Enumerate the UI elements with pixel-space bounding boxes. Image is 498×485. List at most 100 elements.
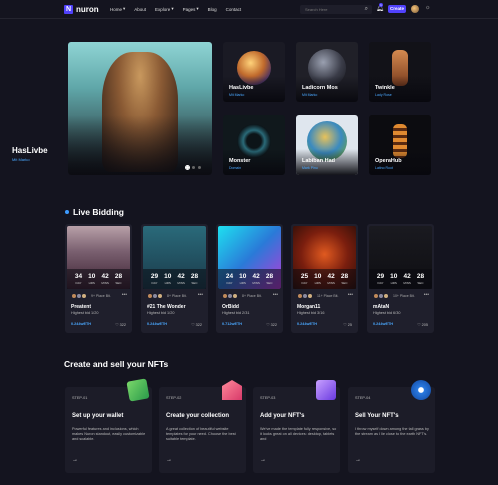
featured-tile[interactable]: HasLivbe Mit Marko (223, 42, 285, 102)
nft-name[interactable]: OrBidd (222, 304, 239, 310)
nft-price: 0.712wETH (222, 322, 243, 326)
owners[interactable]: 10+ Place Bit. (373, 293, 415, 299)
featured-subtitle[interactable]: Mit Marko (302, 93, 317, 97)
bid-card[interactable]: 34 DAY 10 HRS 42 MINS 28 SEC 9+ Place Bit. •… (65, 224, 132, 333)
hero-title: HasLivbe (12, 146, 48, 155)
owners[interactable]: 11+ Place Bit. (297, 293, 338, 299)
chevron-down-icon: ▾ (196, 6, 199, 11)
avatar[interactable] (157, 293, 163, 299)
nft-name[interactable]: #21 The Wonder (147, 304, 186, 310)
featured-subtitle[interactable]: Mark Pinu (302, 166, 318, 170)
featured-tile[interactable]: Ladicorn Mos Mit Marko (296, 42, 358, 102)
avatar[interactable] (81, 293, 87, 299)
featured-subtitle[interactable]: Lady Rose (375, 93, 392, 97)
bid-card[interactable]: 25 DAY 10 HRS 42 MINS 28 SEC 11+ Place Bit. … (291, 224, 358, 333)
carousel-dot[interactable] (198, 166, 201, 169)
countdown: 25 DAY 10 HRS 42 MINS 28 SEC (293, 269, 356, 289)
step-description: Powerful features and inclusions, which … (72, 427, 146, 442)
place-bid-count: 10+ Place Bit. (393, 294, 415, 298)
create-button[interactable]: Create (388, 5, 406, 13)
menu-about[interactable]: About (134, 6, 146, 12)
more-options-icon[interactable]: ••• (424, 292, 429, 298)
countdown: 29 DAY 10 HRS 42 MINS 28 SEC (143, 269, 206, 289)
menu-blog[interactable]: Blog (208, 6, 217, 12)
featured-subtitle[interactable]: Domain (229, 166, 241, 170)
step-title: Create your collection (166, 413, 230, 419)
avatar[interactable] (383, 293, 389, 299)
hero-banner[interactable] (68, 42, 212, 175)
nft-name[interactable]: Preatent (71, 304, 91, 310)
featured-subtitle[interactable]: Latino Root (375, 166, 393, 170)
carousel-dot[interactable] (185, 165, 190, 170)
live-bidding-title: Live Bidding (73, 207, 124, 217)
carousel-dot[interactable] (192, 166, 195, 169)
bid-card[interactable]: 24 DAY 10 HRS 42 MINS 28 SEC 8+ Place Bit. •… (216, 224, 283, 333)
place-bid-count: 8+ Place Bit. (242, 294, 262, 298)
step-icon (222, 380, 242, 400)
more-options-icon[interactable]: ••• (348, 292, 353, 298)
arrow-right-icon[interactable]: → (260, 457, 266, 463)
owners[interactable]: 9+ Place Bit. (71, 293, 111, 299)
likes[interactable]: ♡ 322 (191, 322, 202, 327)
menu-pages[interactable]: Pages ▾ (183, 6, 199, 12)
nft-name[interactable]: Morgan11 (297, 304, 320, 310)
step-title: Add your NFT's (260, 413, 305, 419)
heart-icon[interactable]: ♡ (417, 323, 420, 327)
heart-icon[interactable]: ♡ (343, 323, 346, 327)
more-options-icon[interactable]: ••• (273, 292, 278, 298)
main-menu: Home ▾ About Explore ▾ Pages ▾ Blog Contact (110, 6, 241, 12)
more-options-icon[interactable]: ••• (198, 292, 203, 298)
theme-toggle-icon[interactable]: ☼ (425, 5, 431, 11)
owners[interactable]: 8+ Place Bit. (147, 293, 187, 299)
arrow-right-icon[interactable]: → (72, 457, 78, 463)
menu-explore[interactable]: Explore ▾ (155, 6, 174, 12)
step-icon (126, 378, 150, 402)
heart-icon[interactable]: ♡ (191, 323, 194, 327)
bid-card[interactable]: 29 DAY 10 HRS 42 MINS 28 SEC 10+ Place Bit. … (367, 224, 434, 333)
highest-bid: Highest bid 6/30 (373, 311, 401, 315)
featured-tile[interactable]: Twinkle Lady Rose (369, 42, 431, 102)
logo-mark: N (64, 5, 73, 14)
live-indicator-dot (65, 210, 69, 214)
featured-tile[interactable]: Monster Domain (223, 115, 285, 175)
featured-tile[interactable]: OperaHub Latino Root (369, 115, 431, 175)
place-bid-count: 9+ Place Bit. (91, 294, 111, 298)
arrow-right-icon[interactable]: → (166, 457, 172, 463)
nft-price: 0.244wETH (297, 322, 318, 326)
owners[interactable]: 8+ Place Bit. (222, 293, 262, 299)
chevron-down-icon: ▾ (171, 6, 174, 11)
search-input[interactable]: Search Here ⌕ (300, 5, 372, 14)
avatar[interactable] (307, 293, 313, 299)
avatar[interactable] (232, 293, 238, 299)
search-icon[interactable]: ⌕ (365, 5, 368, 14)
featured-tile[interactable]: Labiban Had Mark Pinu (296, 115, 358, 175)
more-options-icon[interactable]: ••• (122, 292, 127, 298)
step-card: STEP-01 Set up your wallet Powerful feat… (65, 378, 152, 473)
hero-subtitle[interactable]: Mit Marko (12, 157, 30, 162)
carousel-dots[interactable] (185, 165, 201, 170)
avatar[interactable] (411, 5, 419, 13)
menu-contact[interactable]: Contact (226, 6, 242, 12)
chevron-down-icon: ▾ (123, 6, 126, 11)
highest-bid: Highest bid 2/31 (222, 311, 250, 315)
logo[interactable]: N nuron (64, 5, 99, 14)
nft-price: 0.244wETH (373, 322, 394, 326)
featured-subtitle[interactable]: Mit Marko (229, 93, 244, 97)
likes[interactable]: ♡ 25 (343, 322, 352, 327)
likes[interactable]: ♡ 205 (417, 322, 428, 327)
step-description: A great collection of beautiful website … (166, 427, 236, 442)
heart-icon[interactable]: ♡ (266, 323, 269, 327)
nft-price: 0.244wETH (147, 322, 168, 326)
step-card: STEP-03 Add your NFT's We've made the te… (253, 380, 340, 473)
bell-icon[interactable]: 🔔︎ 1 (376, 3, 384, 12)
countdown: 24 DAY 10 HRS 42 MINS 28 SEC (218, 269, 281, 289)
likes[interactable]: ♡ 322 (266, 322, 277, 327)
featured-title: Labiban Had (302, 158, 336, 164)
nft-name[interactable]: mAtaN (373, 304, 389, 310)
arrow-right-icon[interactable]: → (355, 457, 361, 463)
create-sell-title: Create and sell your NFTs (64, 359, 169, 369)
heart-icon[interactable]: ♡ (115, 323, 118, 327)
bid-card[interactable]: 29 DAY 10 HRS 42 MINS 28 SEC 8+ Place Bit. •… (141, 224, 208, 333)
likes[interactable]: ♡ 322 (115, 322, 126, 327)
menu-home[interactable]: Home ▾ (110, 6, 125, 12)
